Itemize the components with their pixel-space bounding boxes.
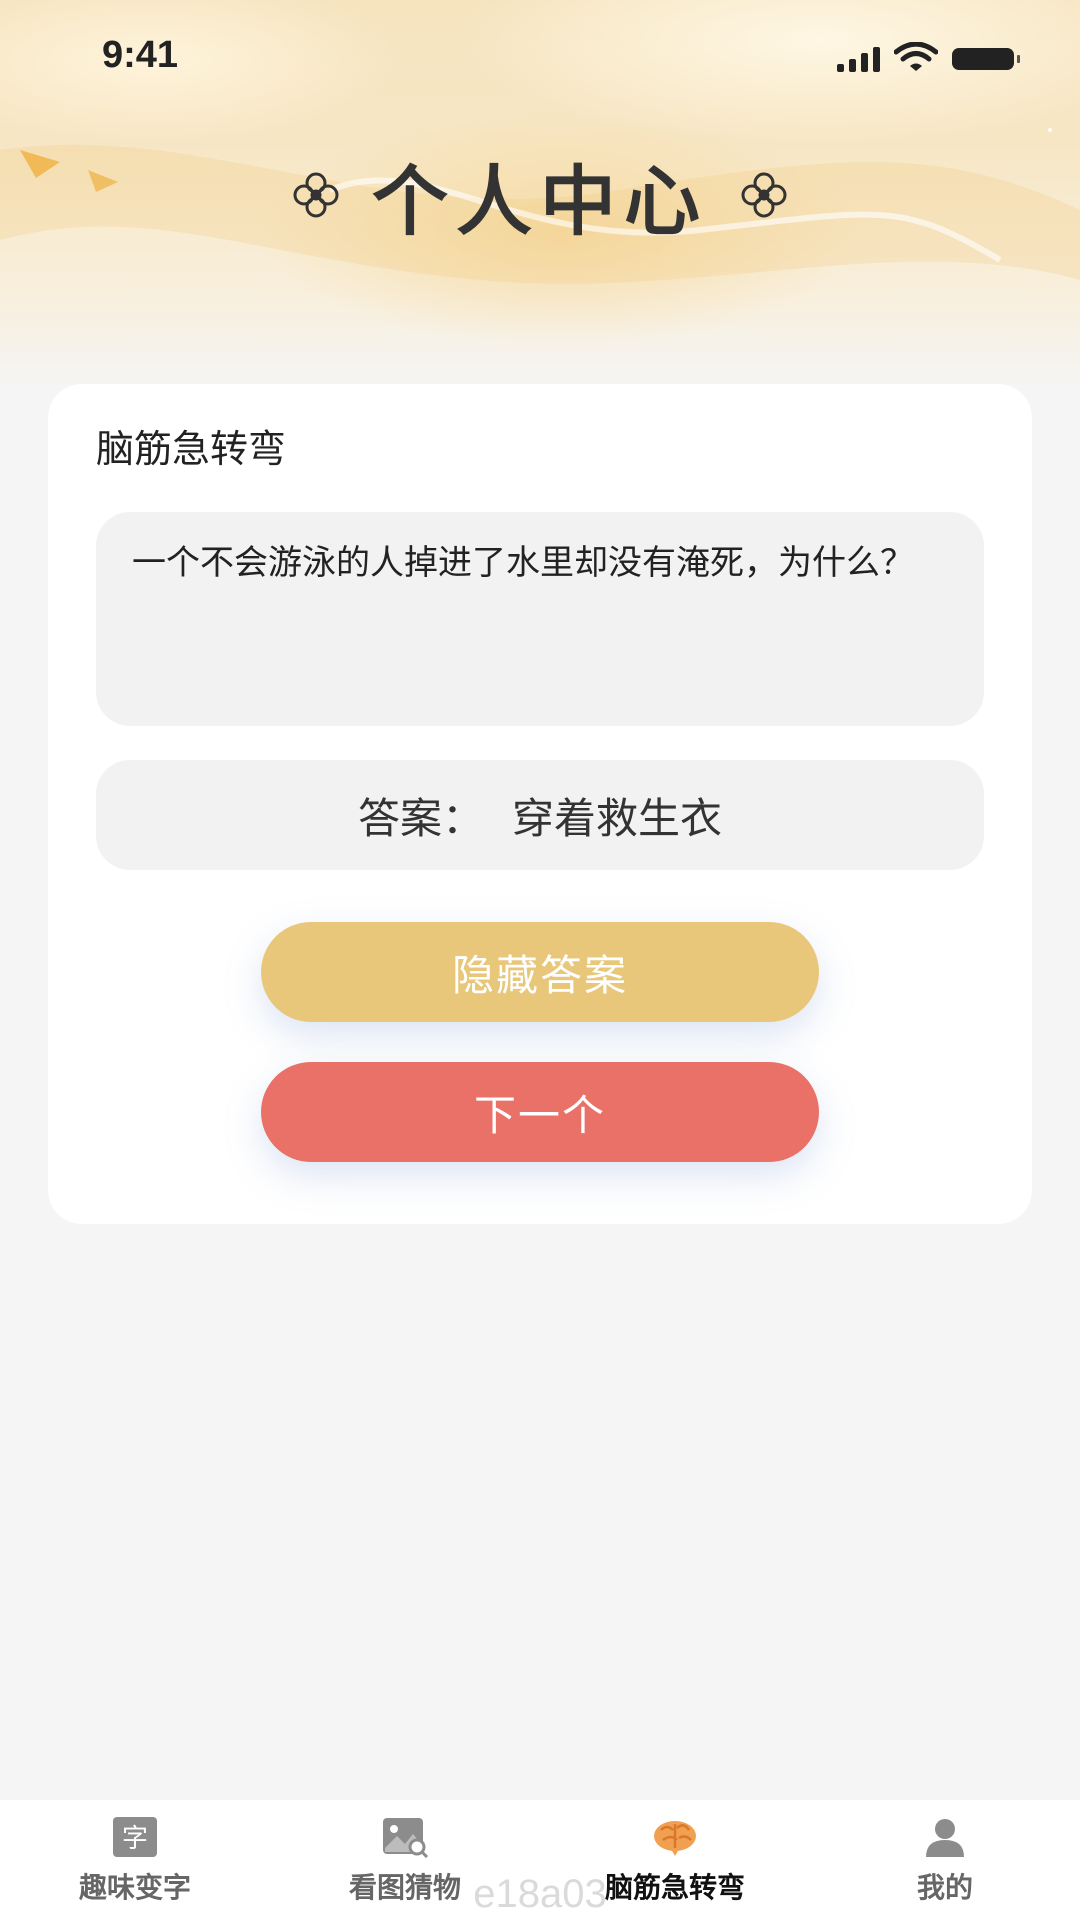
question-text: 一个不会游泳的人掉进了水里却没有淹死，为什么？ [132,543,914,583]
flower-ornament-icon [741,172,787,218]
status-time: 9:41 [102,34,179,76]
answer-box: 答案： 穿着救生衣 [96,760,984,870]
status-icons [837,42,1020,72]
next-button[interactable]: 下一个 [261,1062,819,1162]
flower-ornament-icon [293,172,339,218]
hide-answer-button[interactable]: 隐藏答案 [261,922,819,1022]
brain-icon [654,1821,696,1856]
riddle-card: 脑筋急转弯 一个不会游泳的人掉进了水里却没有淹死，为什么？ 答案： 穿着救生衣 … [48,384,1032,1224]
header-title-row: 个人中心 [0,140,1080,250]
wifi-icon [894,42,938,71]
question-box: 一个不会游泳的人掉进了水里却没有淹死，为什么？ [96,512,984,726]
answer-text: 穿着救生衣 [512,793,723,843]
character-icon: 字 [113,1817,157,1857]
svg-text:字: 字 [122,1824,148,1854]
answer-label: 答案： [357,793,484,843]
user-icon [926,1819,964,1857]
cellular-signal-icon [837,46,880,72]
watermark: e18a03 [473,1872,607,1916]
battery-icon [952,48,1020,70]
page-title: 个人中心 [372,157,708,246]
card-title: 脑筋急转弯 [96,427,287,471]
image-search-icon [383,1818,429,1858]
